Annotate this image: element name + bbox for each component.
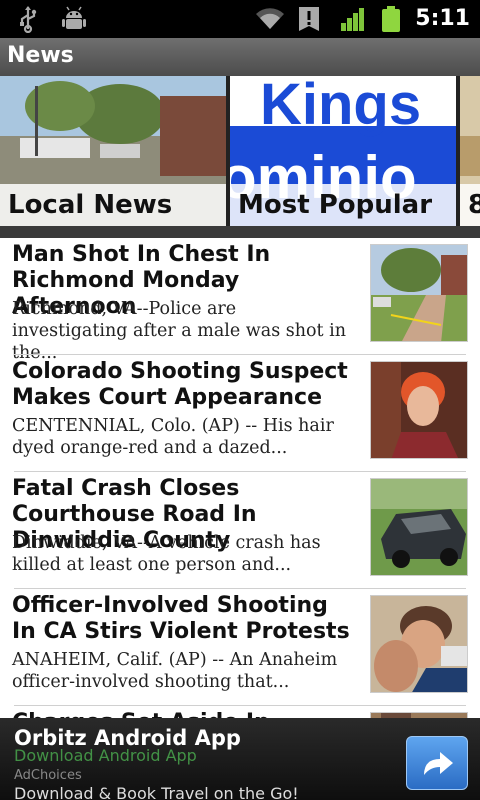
category-tile-third[interactable]: 8 — [460, 76, 480, 226]
ad-subtitle: Download Android App — [14, 746, 197, 765]
svg-text:Kings: Kings — [260, 76, 421, 137]
list-item[interactable]: Charges Set Aside In — [0, 706, 480, 718]
article-list[interactable]: Man Shot In Chest In Richmond Monday Aft… — [0, 238, 480, 718]
status-bar: 5:11 — [0, 0, 480, 38]
wifi-icon — [255, 5, 285, 33]
list-item[interactable]: Fatal Crash Closes Courthouse Road In Di… — [0, 472, 480, 589]
article-summary: Dinwiddie, VA--A vehicle crash has kille… — [12, 533, 321, 575]
android-debug-icon — [60, 5, 88, 33]
article-thumbnail — [370, 478, 468, 576]
category-label: Local News — [0, 184, 226, 226]
article-thumbnail — [370, 595, 468, 693]
article-summary: CENTENNIAL, Colo. (AP) -- His hair dyed … — [12, 416, 334, 458]
ad-choices-link[interactable]: AdChoices — [14, 768, 82, 783]
category-label: 8 — [460, 184, 480, 226]
alert-icon — [297, 5, 325, 33]
carousel-divider — [0, 226, 480, 238]
category-label: Most Popular — [230, 184, 456, 226]
clock: 5:11 — [415, 6, 470, 31]
category-tile-local-news[interactable]: Local News — [0, 76, 226, 226]
article-summary: ANAHEIM, Calif. (AP) -- An Anaheim offic… — [12, 650, 338, 692]
category-carousel[interactable]: Local News Kings ominio Most Popular 8 — [0, 76, 480, 238]
ad-banner[interactable]: Orbitz Android App Download Android App … — [0, 718, 480, 800]
signal-icon — [339, 5, 367, 33]
ad-description: Download & Book Travel on the Go! — [14, 784, 299, 800]
usb-icon — [14, 5, 42, 34]
battery-icon — [381, 5, 401, 33]
app-title-bar: News — [0, 38, 480, 76]
article-headline: Officer-Involved Shooting In CA Stirs Vi… — [12, 593, 350, 644]
ad-open-button[interactable] — [406, 736, 468, 790]
article-headline: Colorado Shooting Suspect Makes Court Ap… — [12, 359, 348, 410]
list-item[interactable]: Officer-Involved Shooting In CA Stirs Vi… — [0, 589, 480, 706]
list-item[interactable]: Colorado Shooting Suspect Makes Court Ap… — [0, 355, 480, 472]
article-headline: Charges Set Aside In — [12, 710, 357, 718]
arrow-forward-icon — [424, 752, 453, 775]
article-thumbnail — [370, 244, 468, 342]
article-thumbnail — [370, 361, 468, 459]
category-tile-most-popular[interactable]: Kings ominio Most Popular — [230, 76, 456, 226]
list-item[interactable]: Man Shot In Chest In Richmond Monday Aft… — [0, 238, 480, 363]
app-title: News — [7, 43, 74, 68]
